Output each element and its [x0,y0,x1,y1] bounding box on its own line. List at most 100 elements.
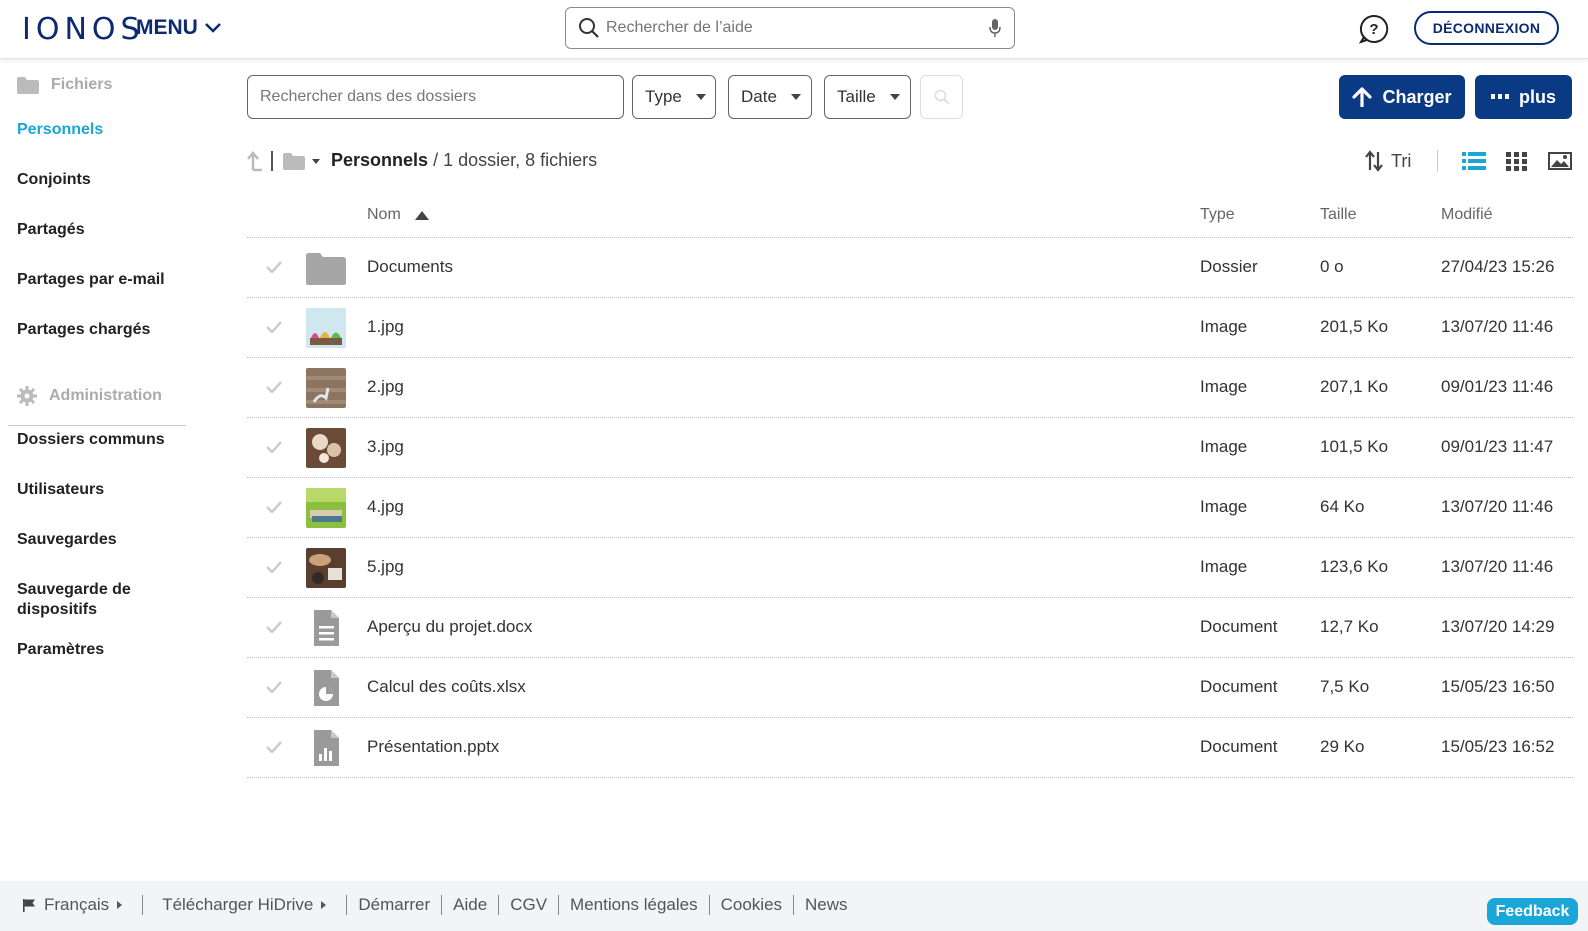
check-icon[interactable] [266,741,282,753]
sidebar-item-dossiers-communs[interactable]: Dossiers communs [17,430,187,450]
file-size: 0 o [1320,257,1344,276]
table-row[interactable]: Calcul des coûts.xlsx Document 7,5 Ko 15… [247,658,1573,718]
sidebar-item-partages-email[interactable]: Partages par e-mail [17,270,187,290]
search-icon [579,18,599,38]
file-modified: 15/05/23 16:50 [1441,677,1555,696]
more-button[interactable]: plus [1475,75,1572,119]
table-row[interactable]: Présentation.pptx Document 29 Ko 15/05/2… [247,718,1573,778]
table-row[interactable]: Documents Dossier 0 o 27/04/23 15:26 [247,238,1573,298]
file-size: 207,1 Ko [1320,377,1389,396]
sort-asc-icon [414,210,429,220]
spreadsheet-document-icon [314,670,339,706]
image-view-icon[interactable] [1548,150,1572,172]
table-row[interactable]: 5.jpg Image 123,6 Ko 13/07/20 11:46 [247,538,1573,598]
help-search-box[interactable] [565,7,1015,49]
sidebar-item-personnels[interactable]: Personnels [17,120,187,140]
table-row[interactable]: 2.jpg Image 207,1 Ko 09/01/23 11:46 [247,358,1573,418]
footer-link-demarrer[interactable]: Démarrer [358,895,430,915]
footer-link-download-hidrive[interactable]: Télécharger HiDrive [162,895,327,915]
footer-separator [708,895,710,915]
table-row[interactable]: 3.jpg Image 101,5 Ko 09/01/23 11:47 [247,418,1573,478]
sidebar-item-sauvegardes[interactable]: Sauvegardes [17,530,187,550]
microphone-icon[interactable] [988,18,1002,38]
sidebar-item-conjoints[interactable]: Conjoints [17,170,187,190]
column-header-name[interactable]: Nom [367,206,429,224]
type-filter-dropdown[interactable]: Type [632,75,716,119]
sidebar-item-partages[interactable]: Partagés [17,220,187,240]
breadcrumb-current-folder[interactable]: Personnels [331,150,428,170]
column-header-type[interactable]: Type [1200,206,1235,224]
ionos-logo[interactable]: IONOS [22,12,145,47]
check-icon[interactable] [266,261,282,273]
caret-right-icon [117,901,123,909]
sidebar-item-sauvegarde-dispositifs[interactable]: Sauvegarde de dispositifs [17,580,187,620]
file-size: 64 Ko [1320,497,1365,516]
file-type: Image [1200,497,1248,516]
check-icon[interactable] [266,561,282,573]
date-filter-dropdown[interactable]: Date [728,75,812,119]
help-chat-icon[interactable]: ? [1358,13,1390,45]
footer-link-mentions-legales[interactable]: Mentions légales [570,895,698,915]
sort-button[interactable]: Tri [1365,150,1411,172]
file-name: Présentation.pptx [367,737,500,756]
size-filter-dropdown[interactable]: Taille [824,75,911,119]
list-view-icon[interactable] [1462,150,1486,172]
table-header: Nom Type Taille Modifié [247,200,1573,238]
folder-search-input[interactable] [247,75,624,119]
file-type: Document [1200,617,1278,636]
sidebar-section-files: Fichiers [17,76,112,94]
search-icon [934,89,949,105]
upload-button[interactable]: Charger [1339,75,1465,119]
table-row[interactable]: 1.jpg Image 201,5 Ko 13/07/20 11:46 [247,298,1573,358]
footer-link-cookies[interactable]: Cookies [721,895,782,915]
folder-icon [17,76,39,94]
sidebar-item-utilisateurs[interactable]: Utilisateurs [17,480,187,500]
file-type: Document [1200,677,1278,696]
folder-search-button[interactable] [920,75,963,119]
folder-icon [306,253,346,285]
language-selector[interactable]: Français [22,895,123,915]
file-size: 29 Ko [1320,737,1365,756]
image-thumbnail [306,488,346,528]
table-row[interactable]: Aperçu du projet.docx Document 12,7 Ko 1… [247,598,1573,658]
footer-separator [558,895,560,915]
check-icon[interactable] [266,441,282,453]
footer-link-cgv[interactable]: CGV [510,895,547,915]
menu-button[interactable]: MENU [136,16,222,40]
text-document-icon [314,610,339,646]
file-type: Image [1200,377,1248,396]
file-type: Dossier [1200,257,1258,276]
check-icon[interactable] [266,621,282,633]
file-modified: 09/01/23 11:47 [1441,437,1554,456]
check-icon[interactable] [266,381,282,393]
file-name: 1.jpg [367,317,404,336]
file-type: Document [1200,737,1278,756]
caret-down-icon[interactable] [312,159,320,164]
table-row[interactable]: 4.jpg Image 64 Ko 13/07/20 11:46 [247,478,1573,538]
check-icon[interactable] [266,681,282,693]
footer-separator [441,895,443,915]
footer-link-aide[interactable]: Aide [453,895,487,915]
file-size: 201,5 Ko [1320,317,1389,336]
file-modified: 15/05/23 16:52 [1441,737,1555,756]
parent-folder-icon[interactable] [245,150,263,172]
file-size: 12,7 Ko [1320,617,1379,636]
footer-link-news[interactable]: News [805,895,848,915]
footer-links: Français Télécharger HiDrive Démarrer Ai… [22,895,848,915]
sidebar-section-administration: Administration [17,386,162,406]
help-search-input[interactable] [606,19,988,37]
breadcrumb-separator [271,151,273,171]
check-icon[interactable] [266,321,282,333]
logout-button[interactable]: DÉCONNEXION [1414,11,1559,45]
file-name: Aperçu du projet.docx [367,617,533,636]
folder-icon[interactable] [283,153,305,170]
grid-view-icon[interactable] [1505,150,1529,172]
column-header-modified[interactable]: Modifié [1441,206,1493,224]
column-header-size[interactable]: Taille [1320,206,1356,224]
sidebar-item-partages-charges[interactable]: Partages chargés [17,320,187,340]
file-modified: 09/01/23 11:46 [1441,377,1554,396]
sidebar-item-parametres[interactable]: Paramètres [17,640,187,660]
file-modified: 13/07/20 14:29 [1441,617,1555,636]
check-icon[interactable] [266,501,282,513]
feedback-button[interactable]: Feedback [1487,898,1578,925]
